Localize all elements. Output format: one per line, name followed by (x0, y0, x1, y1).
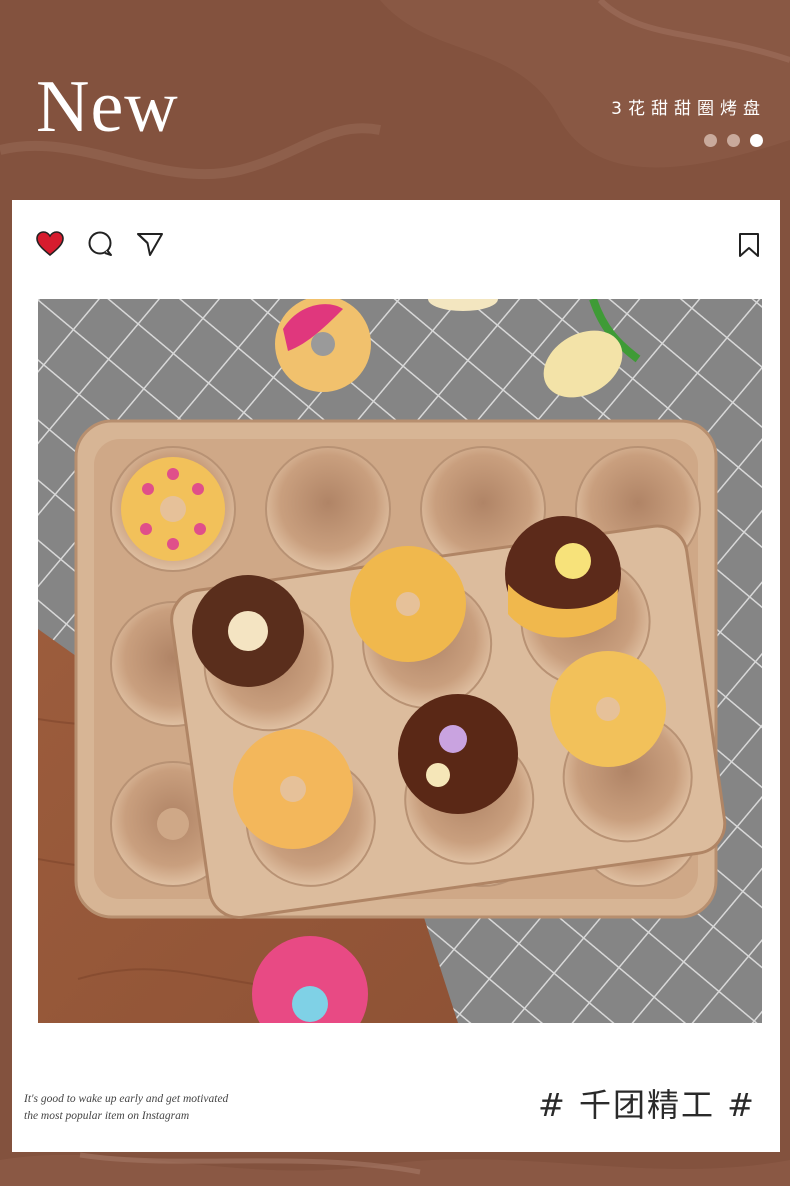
heart-icon[interactable] (36, 231, 64, 262)
page-title: New (36, 66, 179, 148)
share-icon[interactable] (136, 231, 164, 262)
product-photo (38, 299, 762, 1023)
pager-dot[interactable] (727, 134, 740, 147)
comment-icon[interactable] (86, 230, 114, 263)
post-actions (36, 230, 164, 263)
post-caption: It's good to wake up early and get motiv… (24, 1091, 228, 1125)
post-card: It's good to wake up early and get motiv… (12, 200, 780, 1152)
pager-dot-active[interactable] (750, 134, 763, 147)
product-subtitle: 3花甜甜圈烤盘 (611, 99, 766, 119)
caption-line: It's good to wake up early and get motiv… (24, 1093, 229, 1105)
pager-dots (704, 134, 763, 147)
bookmark-icon[interactable] (738, 232, 760, 263)
brand-hashtag: # 千团精工 # (538, 1086, 756, 1124)
caption-line: the most popular item on Instagram (24, 1110, 190, 1122)
pager-dot[interactable] (704, 134, 717, 147)
